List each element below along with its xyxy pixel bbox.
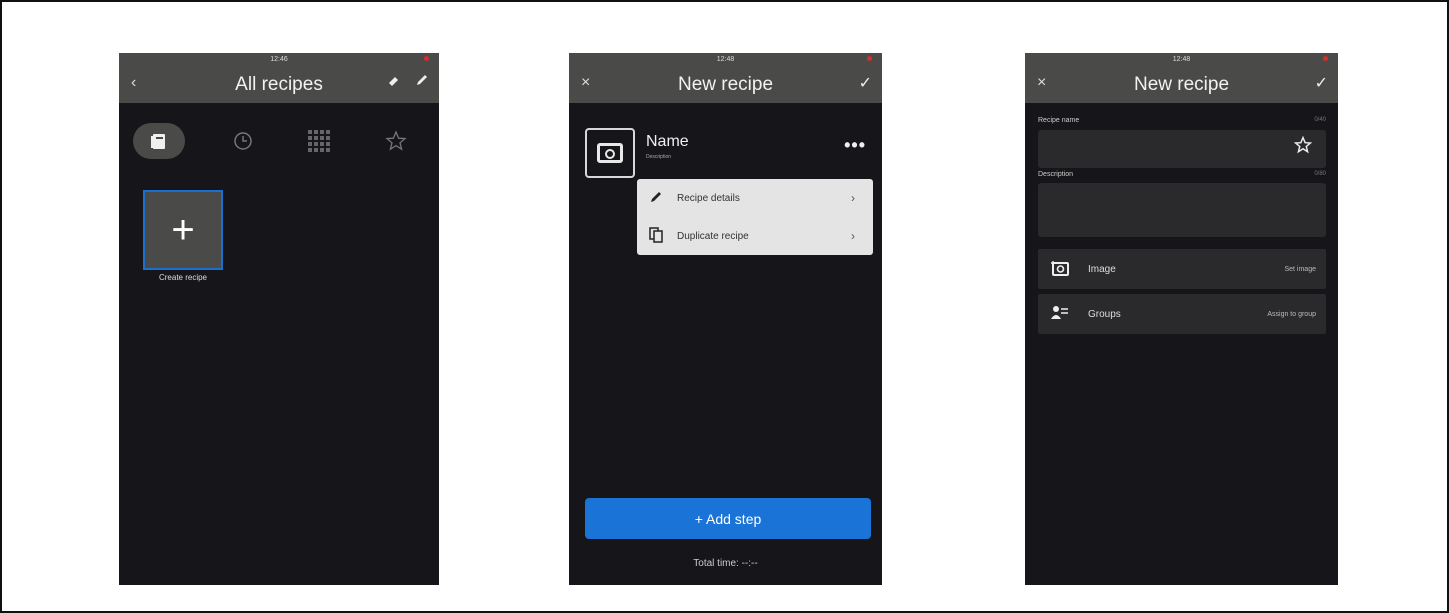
add-step-button[interactable]: + Add step xyxy=(585,498,871,539)
recipe-name: Name xyxy=(646,133,689,150)
close-icon[interactable]: × xyxy=(1037,74,1046,92)
page-title: New recipe xyxy=(1133,74,1230,95)
menu-item-recipe-details[interactable]: Recipe details › xyxy=(637,179,873,217)
recipe-name-count: 0/40 xyxy=(1314,117,1326,123)
app-bar: ‹ All recipes xyxy=(119,67,439,103)
notification-dot xyxy=(424,56,429,61)
context-menu: Recipe details › Duplicate recipe › xyxy=(637,179,873,255)
star-icon xyxy=(385,130,407,151)
menu-item-label: Duplicate recipe xyxy=(677,230,749,242)
copy-icon xyxy=(649,226,667,246)
image-label: Image xyxy=(1088,263,1116,275)
chevron-right-icon: › xyxy=(851,191,855,205)
menu-item-label: Recipe details xyxy=(677,192,740,204)
tab-favorites[interactable] xyxy=(377,123,415,159)
confirm-icon[interactable]: ✓ xyxy=(859,73,872,93)
category-tabs xyxy=(133,123,425,159)
recipe-name-field[interactable] xyxy=(1038,130,1326,168)
pencil-icon xyxy=(649,190,667,207)
more-options-button[interactable]: ••• xyxy=(844,135,866,156)
groups-icon xyxy=(1050,305,1074,324)
description-label: Description xyxy=(1038,171,1074,178)
groups-row[interactable]: Groups Assign to group xyxy=(1038,294,1326,334)
page-title: All recipes xyxy=(235,74,323,95)
plus-icon: + xyxy=(171,207,195,252)
tab-recipes[interactable] xyxy=(133,123,185,159)
toolbar-actions xyxy=(387,73,429,92)
eraser-icon[interactable] xyxy=(387,73,401,92)
description-count: 0/80 xyxy=(1314,171,1326,177)
description-field[interactable] xyxy=(1038,183,1326,237)
groups-label: Groups xyxy=(1088,308,1121,320)
add-photo-icon xyxy=(597,143,623,163)
notification-dot xyxy=(867,56,872,61)
create-recipe-label: Create recipe xyxy=(158,273,208,282)
status-bar: 12:48 xyxy=(569,53,882,67)
add-photo-icon xyxy=(1050,260,1074,279)
status-bar: 12:46 xyxy=(119,53,439,67)
clock-icon xyxy=(233,132,252,150)
tab-history[interactable] xyxy=(224,123,262,159)
notification-dot xyxy=(1323,56,1328,61)
chevron-right-icon: › xyxy=(851,229,855,243)
create-recipe-button[interactable]: + xyxy=(143,190,223,270)
screen-new-recipe-form: 12:48 × New recipe ✓ Recipe name 0/40 De… xyxy=(1025,53,1338,585)
status-bar: 12:48 xyxy=(1025,53,1338,67)
assign-group-action[interactable]: Assign to group xyxy=(1267,311,1316,318)
close-icon[interactable]: × xyxy=(581,74,590,92)
book-icon xyxy=(151,134,165,149)
status-time: 12:46 xyxy=(270,56,288,63)
menu-item-duplicate-recipe[interactable]: Duplicate recipe › xyxy=(637,217,873,255)
recipe-name-label: Recipe name xyxy=(1038,117,1080,124)
pencil-icon[interactable] xyxy=(415,73,429,92)
recipe-image-button[interactable] xyxy=(585,128,635,178)
grid-icon xyxy=(308,130,331,152)
back-icon[interactable]: ‹ xyxy=(131,74,136,92)
app-bar: × New recipe ✓ xyxy=(569,67,882,103)
confirm-icon[interactable]: ✓ xyxy=(1315,73,1328,93)
page-title: New recipe xyxy=(677,74,774,95)
screen-all-recipes: 12:46 ‹ All recipes + Create recipe xyxy=(119,53,439,585)
screen-new-recipe-menu: 12:48 × New recipe ✓ Name Description ••… xyxy=(569,53,882,585)
status-time: 12:48 xyxy=(1172,56,1191,63)
set-image-action[interactable]: Set image xyxy=(1284,266,1316,273)
favorite-star-icon[interactable] xyxy=(1293,135,1313,159)
recipe-description: Description xyxy=(646,154,672,160)
tab-grid[interactable] xyxy=(300,123,338,159)
total-time: Total time: --:-- xyxy=(693,558,758,569)
status-time: 12:48 xyxy=(716,56,735,63)
app-bar: × New recipe ✓ xyxy=(1025,67,1338,103)
image-row[interactable]: Image Set image xyxy=(1038,249,1326,289)
